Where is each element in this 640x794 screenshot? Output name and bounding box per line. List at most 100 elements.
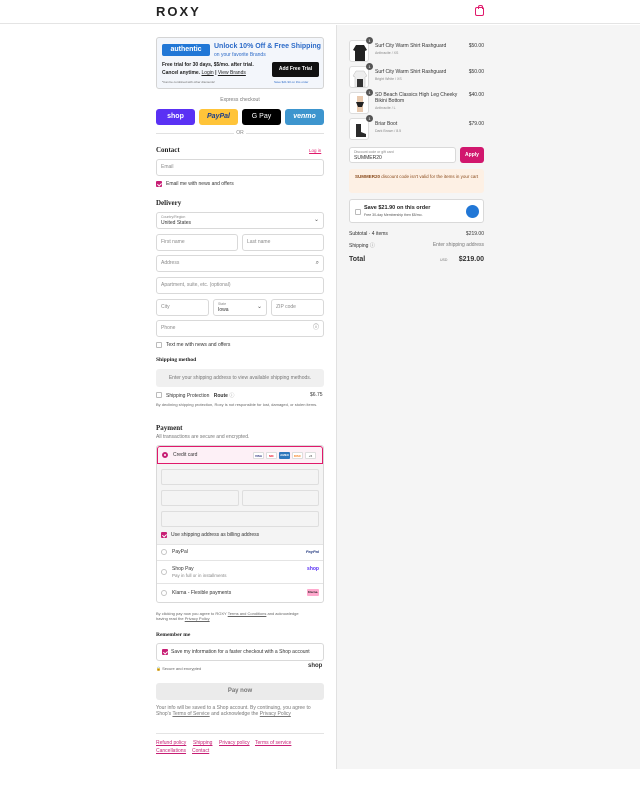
login-link[interactable]: Log in — [309, 148, 321, 153]
email-field[interactable]: Email — [156, 159, 324, 176]
shop-privacy-link[interactable]: Privacy Policy — [260, 711, 291, 717]
authentic-savings-offer[interactable]: Save $21.90 on this order Free 30-day Me… — [349, 199, 484, 223]
pay-now-button[interactable]: Pay now — [156, 683, 324, 700]
item-image — [349, 118, 369, 140]
item-price: $50.00 — [468, 69, 484, 75]
shop-pay-logo: shop — [307, 566, 319, 572]
amex-icon: AMEX — [279, 452, 290, 459]
savings-checkbox[interactable] — [355, 209, 361, 215]
shipping-summary-text: Shipping — [349, 243, 369, 249]
privacy-policy-footer-link[interactable]: Privacy policy — [219, 740, 250, 746]
shipping-link[interactable]: Shipping — [193, 740, 212, 746]
help-icon[interactable]: ⓘ — [370, 243, 375, 249]
error-detail: discount code isn't valid for the items … — [381, 174, 479, 179]
item-price: $50.00 — [468, 43, 484, 49]
terms-of-service-link[interactable]: Terms of service — [255, 740, 291, 746]
total-value: $219.00 — [458, 256, 484, 263]
discount-error-message: SUMMER20 discount code isn't valid for t… — [349, 169, 484, 193]
shop-notice-prefix: Shop's — [156, 711, 172, 717]
card-number-field[interactable] — [161, 469, 319, 485]
phone-field[interactable]: Phone ⓘ — [156, 320, 324, 337]
apply-discount-button[interactable]: Apply — [460, 147, 484, 163]
header: ROXY — [0, 0, 640, 24]
klarna-radio[interactable] — [161, 590, 167, 596]
authentic-badge-icon — [466, 205, 479, 218]
add-free-trial-button[interactable]: Add Free Trial — [272, 62, 319, 77]
apartment-field[interactable]: Apartment, suite, etc. (optional) — [156, 277, 324, 294]
bikini-bottom-thumbnail — [356, 96, 364, 112]
shop-logo: shop — [308, 663, 323, 669]
shop-pay-label: Shop Pay — [172, 566, 194, 572]
zip-field[interactable]: ZIP code — [271, 299, 324, 316]
mastercard-icon: MC — [266, 452, 277, 459]
free-trial-savings-note: Save $21.90 on this order — [274, 80, 309, 84]
address-placeholder: Address — [161, 260, 180, 266]
shopping-bag-icon[interactable] — [475, 4, 484, 16]
savings-subtitle: Free 30-day Membership then $5/mo. — [364, 213, 423, 217]
google-pay-button[interactable]: G Pay — [242, 109, 281, 125]
klarna-option[interactable]: Klarna - Flexible payments Klarna. — [157, 583, 323, 602]
paypal-option[interactable]: PayPal PayPal — [157, 544, 323, 560]
card-expiry-field[interactable] — [161, 490, 239, 506]
chevron-down-icon: ⌄ — [256, 304, 262, 310]
paypal-button[interactable]: PayPal — [199, 109, 238, 125]
secure-encrypted-text: Secure and encrypted — [162, 666, 202, 671]
credit-card-radio[interactable] — [162, 452, 168, 458]
delivery-heading: Delivery — [156, 199, 182, 207]
legal-suffix: and acknowledge — [267, 611, 299, 616]
paypal-radio[interactable] — [161, 549, 167, 555]
credit-card-option[interactable]: Credit card VISA MC AMEX DISC +5 — [157, 446, 323, 464]
shop-account-notice: Your info will be saved to a Shop accoun… — [156, 705, 326, 717]
first-name-field[interactable]: First name — [156, 234, 238, 251]
venmo-button[interactable]: venmo — [285, 109, 324, 125]
shop-terms-link[interactable]: Terms of Service — [172, 711, 209, 717]
legal-line2: having read the — [156, 616, 184, 621]
card-details-form: Use shipping address as billing address — [157, 464, 323, 544]
phone-placeholder: Phone — [161, 325, 176, 331]
billing-address-checkbox[interactable] — [161, 532, 167, 538]
contact-heading: Contact — [156, 146, 180, 154]
address-field[interactable]: Address ⌕ — [156, 255, 324, 272]
promo-fine-print: *Can be combined with other discounts! — [162, 80, 215, 84]
state-select[interactable]: State Iowa ⌄ — [213, 299, 267, 316]
terms-conditions-link[interactable]: Terms and Conditions — [228, 611, 267, 616]
save-info-checkbox[interactable] — [162, 649, 168, 655]
last-name-field[interactable]: Last name — [242, 234, 324, 251]
quantity-badge: 1 — [366, 63, 373, 70]
shop-pay-radio[interactable] — [161, 569, 167, 575]
credit-card-label: Credit card — [173, 452, 198, 458]
promo-title: Unlock 10% Off & Free Shipping — [214, 43, 321, 50]
info-icon[interactable]: ⓘ — [229, 393, 234, 399]
item-variant: Anthracite / L — [375, 106, 396, 110]
privacy-policy-link[interactable]: Privacy Policy — [185, 616, 210, 621]
card-cvv-field[interactable] — [242, 490, 319, 506]
email-news-checkbox[interactable] — [156, 181, 162, 187]
text-news-checkbox[interactable] — [156, 342, 162, 348]
city-field[interactable]: City — [156, 299, 209, 316]
shop-pay-button[interactable]: shop — [156, 109, 195, 125]
item-variant: Dark Brown / 8.5 — [375, 129, 402, 133]
authentic-promo-banner: authentic Unlock 10% Off & Free Shipping… — [156, 37, 324, 89]
roxy-logo[interactable]: ROXY — [156, 4, 201, 19]
promo-view-brands-link[interactable]: View Brands — [218, 70, 246, 76]
route-logo: Route — [213, 393, 228, 399]
order-summary-panel — [336, 25, 640, 769]
shipping-protection-text: Shipping Protection — [166, 393, 210, 399]
promo-divider: | — [215, 70, 217, 76]
error-code: SUMMER20 — [355, 174, 381, 179]
cancellations-link[interactable]: Cancellations — [156, 748, 186, 754]
shipping-protection-checkbox[interactable] — [156, 392, 162, 398]
shop-pay-option[interactable]: Shop Pay Pay in full or in installments … — [157, 560, 323, 583]
country-select[interactable]: Country/Region United States ⌄ — [156, 212, 324, 229]
remember-me-heading: Remember me — [156, 632, 191, 638]
shipping-method-heading: Shipping method — [156, 357, 197, 363]
total-label: Total — [349, 256, 366, 263]
discount-code-input[interactable]: Discount code or gift card SUMMER20 — [349, 147, 456, 163]
promo-login-link[interactable]: Login — [201, 70, 213, 76]
card-name-field[interactable] — [161, 511, 319, 527]
help-icon[interactable]: ⓘ — [313, 325, 319, 332]
paypal-logo: PayPal — [305, 549, 319, 554]
boot-thumbnail — [356, 124, 366, 137]
refund-policy-link[interactable]: Refund policy — [156, 740, 186, 746]
contact-link[interactable]: Contact — [192, 748, 209, 754]
